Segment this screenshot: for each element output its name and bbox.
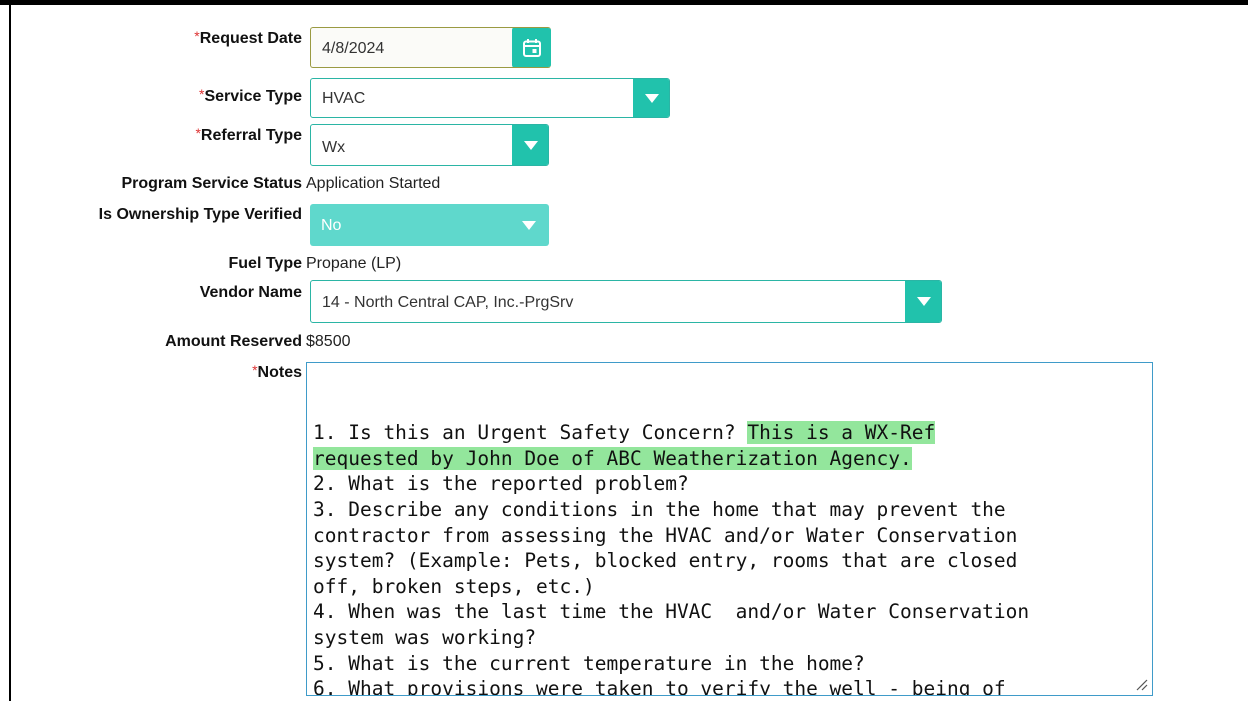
- notes-highlighted-text: requested by John Doe of ABC Weatherizat…: [313, 446, 912, 470]
- required-marker: *: [195, 125, 201, 141]
- notes-line: system? (Example: Pets, blocked entry, r…: [313, 548, 1152, 574]
- service-type-select[interactable]: HVAC: [310, 78, 670, 118]
- amount-reserved-label: Amount Reserved: [165, 333, 302, 350]
- referral-type-dropdown-button[interactable]: [512, 125, 548, 165]
- resize-handle-icon[interactable]: [1136, 679, 1148, 691]
- caret-down-icon: [523, 140, 538, 150]
- caret-down-icon: [644, 93, 659, 103]
- vendor-name-select[interactable]: 14 - North Central CAP, Inc.-PrgSrv: [310, 280, 942, 323]
- ownership-verified-dropdown-button[interactable]: [508, 204, 549, 246]
- notes-line-text: 2. What is the reported problem?: [313, 472, 689, 496]
- referral-type-select[interactable]: Wx: [310, 124, 549, 166]
- notes-line: contractor from assessing the HVAC and/o…: [313, 523, 1152, 549]
- referral-type-value: Wx: [322, 139, 346, 156]
- window-top-border: [0, 0, 1248, 5]
- ownership-verified-value: No: [321, 217, 342, 234]
- required-marker: *: [252, 362, 258, 378]
- notes-line-text: 3. Describe any conditions in the home t…: [313, 497, 1006, 521]
- notes-line-text: off, broken steps, etc.): [313, 574, 595, 598]
- vendor-name-value: 14 - North Central CAP, Inc.-PrgSrv: [322, 294, 574, 311]
- notes-line: requested by John Doe of ABC Weatherizat…: [313, 446, 1152, 472]
- notes-line: 5. What is the current temperature in th…: [313, 651, 1152, 677]
- service-type-value: HVAC: [322, 90, 366, 107]
- notes-line-text: 5. What is the current temperature in th…: [313, 651, 865, 675]
- notes-highlighted-text: This is a WX-Ref: [747, 421, 936, 445]
- notes-line: 6. What provisions were taken to verify …: [313, 676, 1152, 696]
- notes-textarea[interactable]: 1. Is this an Urgent Safety Concern? Thi…: [306, 362, 1153, 696]
- request-date-label-text: Request Date: [199, 30, 302, 47]
- caret-down-icon: [522, 220, 536, 230]
- program-service-status-label: Program Service Status: [121, 175, 302, 192]
- notes-line-text: system was working?: [313, 625, 537, 649]
- referral-type-label: *Referral Type: [195, 125, 302, 145]
- notes-line: 2. What is the reported problem?: [313, 471, 1152, 497]
- request-date-input[interactable]: 4/8/2024: [310, 27, 551, 68]
- notes-label: *Notes: [252, 362, 302, 382]
- service-type-label: *Service Type: [199, 86, 302, 106]
- referral-type-label-text: Referral Type: [200, 127, 302, 144]
- ownership-verified-label: Is Ownership Type Verified: [98, 206, 302, 223]
- notes-line: 1. Is this an Urgent Safety Concern? Thi…: [313, 420, 1152, 446]
- fuel-type-label: Fuel Type: [228, 255, 303, 272]
- required-marker: *: [194, 28, 200, 44]
- notes-line: 4. When was the last time the HVAC and/o…: [313, 599, 1152, 625]
- service-type-dropdown-button[interactable]: [633, 79, 669, 117]
- notes-line-text: 4. When was the last time the HVAC and/o…: [313, 600, 1030, 624]
- notes-line: system was working?: [313, 625, 1152, 651]
- required-marker: *: [199, 86, 205, 102]
- notes-line-text: contractor from assessing the HVAC and/o…: [313, 523, 1018, 547]
- notes-line-text: 1. Is this an Urgent Safety Concern?: [313, 421, 748, 445]
- caret-down-icon: [916, 297, 931, 306]
- request-date-label: *Request Date: [194, 28, 302, 48]
- amount-reserved-value: $8500: [306, 333, 351, 350]
- notes-line-text: system? (Example: Pets, blocked entry, r…: [313, 549, 1018, 573]
- notes-line: off, broken steps, etc.): [313, 574, 1152, 600]
- service-type-label-text: Service Type: [204, 88, 302, 105]
- program-service-status-value: Application Started: [306, 175, 441, 192]
- notes-label-text: Notes: [257, 364, 302, 381]
- window-left-border: [9, 0, 11, 701]
- request-date-value: 4/8/2024: [322, 40, 385, 57]
- date-picker-button[interactable]: [512, 28, 551, 67]
- notes-line: 3. Describe any conditions in the home t…: [313, 497, 1152, 523]
- vendor-name-label: Vendor Name: [199, 284, 302, 301]
- fuel-type-value: Propane (LP): [306, 255, 402, 272]
- ownership-verified-select[interactable]: No: [310, 204, 549, 246]
- vendor-name-dropdown-button[interactable]: [905, 281, 941, 322]
- notes-line-text: 6. What provisions were taken to verify …: [313, 677, 1006, 696]
- calendar-icon: [523, 38, 541, 57]
